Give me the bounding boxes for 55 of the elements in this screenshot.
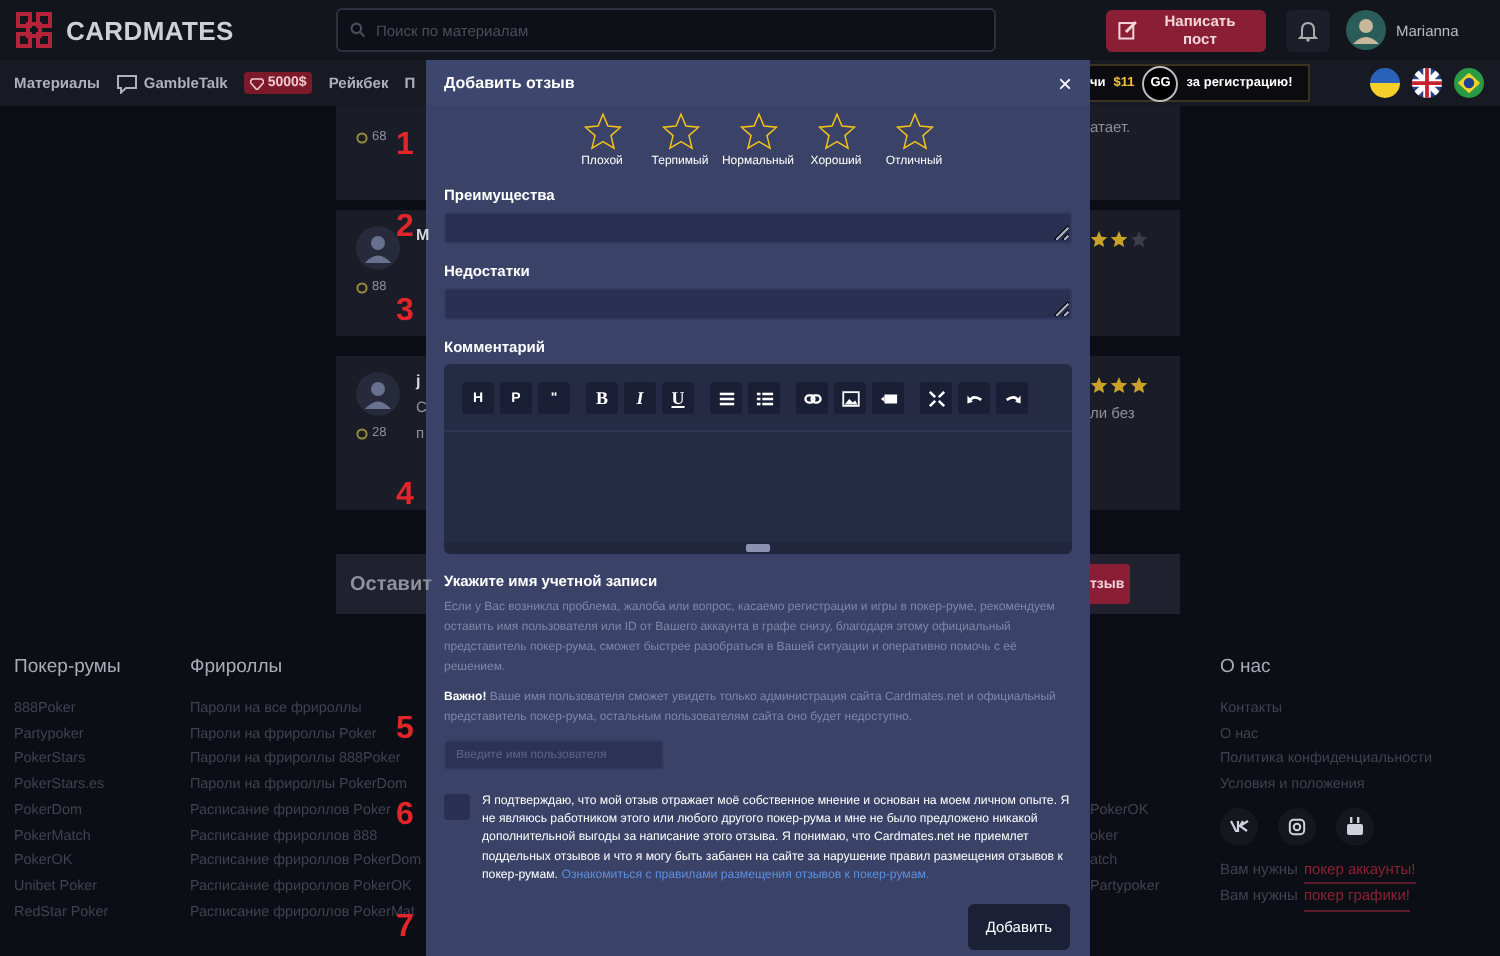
redo-icon [1003,389,1021,407]
chat-icon [115,73,138,93]
social-button[interactable] [1336,807,1374,846]
notifications-button[interactable] [1286,9,1330,51]
edit-icon [1118,20,1138,40]
leave-review-text: Оставит [348,573,432,595]
pros-field[interactable] [444,212,1072,244]
cons-field[interactable] [444,288,1072,320]
step-number: 6 [396,800,414,832]
camera-icon [1288,817,1306,836]
flag-icon[interactable] [1370,68,1400,98]
footer-heading: О нас [1220,656,1271,682]
fullscreen-icon [927,389,945,407]
close-button[interactable]: × [1057,71,1072,95]
footer-heading: Фрироллы [190,656,283,682]
author-name: j [416,372,423,390]
flag-icon[interactable] [1454,68,1484,98]
step-number: 3 [396,296,414,328]
footer-heading: Покер-румы [14,656,121,682]
toolbar-button[interactable] [996,382,1028,414]
toolbar-button[interactable] [834,382,866,414]
dialog-title: Добавить отзыв [444,74,575,92]
star-rating[interactable] [583,112,933,150]
toolbar-button[interactable] [710,382,742,414]
logo-icon [14,10,54,50]
step-number: 2 [396,212,414,244]
link-icon [803,389,821,407]
toolbar-button[interactable] [796,382,828,414]
numbered-list-icon [755,389,773,407]
toolbar-button[interactable]: B [586,382,618,414]
step-number: 5 [396,714,414,746]
resize-handle[interactable] [746,544,770,552]
gem-icon [249,77,264,89]
bell-icon [1298,19,1318,41]
list-icon [717,389,735,407]
toolbar-button[interactable] [872,382,904,414]
tv-icon [1346,816,1364,837]
toolbar-button[interactable] [958,382,990,414]
toolbar-button[interactable]: I [624,382,656,414]
toolbar-button[interactable] [920,382,952,414]
social-button[interactable] [1220,807,1258,846]
social-button[interactable] [1278,807,1316,846]
toolbar-button[interactable] [748,382,780,414]
toolbar-button[interactable]: U [662,382,694,414]
flag-icon[interactable] [1412,68,1442,98]
search-icon [350,22,366,38]
social-icon [1229,820,1249,833]
avatar[interactable] [1346,10,1386,50]
author-name: М [416,226,430,244]
step-number: 4 [396,480,414,512]
undo-icon [965,389,983,407]
video-icon [879,389,897,407]
step-number: 7 [396,912,414,944]
logo-text[interactable]: CARDMATES [66,15,234,45]
image-icon [841,389,859,407]
